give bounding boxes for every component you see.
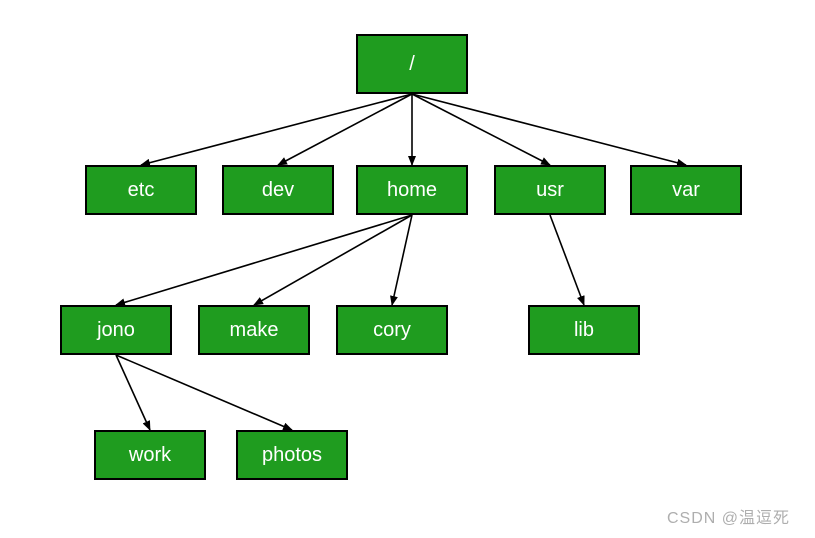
tree-node-home: home xyxy=(356,165,468,215)
tree-node-label: work xyxy=(129,444,171,467)
edge-jono-to-work xyxy=(116,355,150,430)
tree-node-label: photos xyxy=(262,444,322,467)
tree-node-photos: photos xyxy=(236,430,348,480)
tree-node-label: lib xyxy=(574,319,594,342)
edge-root-to-etc xyxy=(141,94,412,165)
edge-root-to-dev xyxy=(278,94,412,165)
tree-node-jono: jono xyxy=(60,305,172,355)
tree-node-work: work xyxy=(94,430,206,480)
tree-node-label: / xyxy=(409,53,415,76)
tree-node-cory: cory xyxy=(336,305,448,355)
edge-home-to-make xyxy=(254,215,412,305)
tree-node-lib: lib xyxy=(528,305,640,355)
tree-node-root: / xyxy=(356,34,468,94)
edge-jono-to-photos xyxy=(116,355,292,430)
tree-node-label: etc xyxy=(128,179,155,202)
tree-node-label: usr xyxy=(536,179,564,202)
tree-node-label: dev xyxy=(262,179,294,202)
tree-node-etc: etc xyxy=(85,165,197,215)
tree-node-usr: usr xyxy=(494,165,606,215)
watermark-text: CSDN @温逗死 xyxy=(667,504,790,528)
edge-root-to-var xyxy=(412,94,686,165)
edge-usr-to-lib xyxy=(550,215,584,305)
tree-node-label: var xyxy=(672,179,700,202)
tree-node-make: make xyxy=(198,305,310,355)
tree-node-var: var xyxy=(630,165,742,215)
tree-node-label: jono xyxy=(97,319,135,342)
edge-home-to-jono xyxy=(116,215,412,305)
tree-node-label: home xyxy=(387,179,437,202)
tree-node-label: make xyxy=(230,319,279,342)
edge-home-to-cory xyxy=(392,215,412,305)
tree-node-dev: dev xyxy=(222,165,334,215)
edge-root-to-usr xyxy=(412,94,550,165)
tree-node-label: cory xyxy=(373,319,411,342)
